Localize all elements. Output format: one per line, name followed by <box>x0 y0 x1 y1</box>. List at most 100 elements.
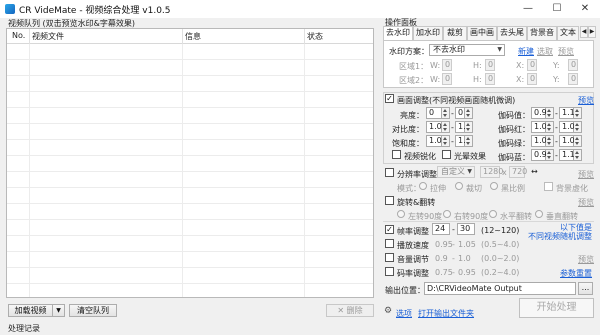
resolution-width-input[interactable]: 1280 <box>480 166 503 178</box>
col-file[interactable]: 视频文件 <box>32 31 64 42</box>
adjust-checkbox[interactable]: ✓ <box>385 94 394 103</box>
close-button[interactable]: ✕ <box>571 0 599 18</box>
tab-remove-watermark[interactable]: 去水印 <box>383 26 413 41</box>
speed-checkbox[interactable] <box>385 239 394 248</box>
area2-x-input[interactable]: 0 <box>527 73 537 85</box>
gamma-red-max-spinner[interactable] <box>574 121 582 133</box>
minimize-button[interactable]: — <box>514 0 542 18</box>
contrast-max-spinner[interactable] <box>465 121 473 133</box>
gamma-blue-min-spinner[interactable] <box>546 149 554 161</box>
gamma-blue-min-input[interactable]: 0.9 <box>531 149 547 161</box>
framerate-min-input[interactable]: 24 <box>432 223 450 235</box>
tab-pip[interactable]: 画中画 <box>467 26 497 40</box>
contrast-min-input[interactable]: 1.0 <box>426 121 442 133</box>
gamma-max-input[interactable]: 1.1 <box>559 107 575 119</box>
rotate-checkbox[interactable] <box>385 196 394 205</box>
brightness-min-input[interactable]: 0 <box>426 107 442 119</box>
brightness-min-spinner[interactable] <box>442 107 450 119</box>
gamma-blue-max-spinner[interactable] <box>574 149 582 161</box>
bitrate-checkbox[interactable] <box>385 267 394 276</box>
tab-trim[interactable]: 去头尾 <box>497 26 527 40</box>
light-checkbox[interactable] <box>442 150 451 159</box>
gamma-green-min-input[interactable]: 1.0 <box>531 135 547 147</box>
resolution-checkbox[interactable] <box>385 168 394 177</box>
volume-min[interactable]: 0.9 <box>435 254 448 263</box>
speed-max[interactable]: 1.05 <box>458 240 476 249</box>
sharpen-checkbox[interactable] <box>392 150 401 159</box>
framerate-max-input[interactable]: 30 <box>457 223 475 235</box>
load-video-button[interactable]: 加载视频 <box>8 304 53 317</box>
saturation-max-spinner[interactable] <box>465 135 473 147</box>
preview-scheme-link[interactable]: 预览 <box>558 46 574 57</box>
area1-y-input[interactable]: 0 <box>568 59 578 71</box>
gamma-red-min-input[interactable]: 1.0 <box>531 121 547 133</box>
adjust-preview-link[interactable]: 预览 <box>578 95 594 106</box>
resolution-preview-link[interactable]: 预览 <box>578 169 594 180</box>
reset-params-link[interactable]: 参数重置 <box>560 268 592 279</box>
video-queue-table[interactable]: No. 视频文件 信息 状态 <box>6 28 374 298</box>
tab-scroll-left-icon[interactable]: ◀ <box>580 26 588 38</box>
tab-scroll-right-icon[interactable]: ▶ <box>588 26 596 38</box>
left90-radio[interactable] <box>397 210 405 218</box>
gamma-green-max-spinner[interactable] <box>574 135 582 147</box>
pick-scheme-link[interactable]: 选取 <box>537 46 553 57</box>
tab-text[interactable]: 文本 <box>557 26 579 40</box>
col-status[interactable]: 状态 <box>307 31 323 42</box>
col-info[interactable]: 信息 <box>185 31 201 42</box>
gamma-red-max-input[interactable]: 1.0 <box>559 121 575 133</box>
new-scheme-link[interactable]: 新建 <box>518 46 534 57</box>
tab-bgm[interactable]: 背景音 <box>527 26 557 40</box>
speed-min[interactable]: 0.95 <box>435 240 453 249</box>
resolution-height-input[interactable]: 720 <box>509 166 527 178</box>
vflip-radio[interactable] <box>535 210 543 218</box>
area2-w-input[interactable]: 0 <box>442 73 452 85</box>
browse-button[interactable]: ... <box>578 282 593 295</box>
scheme-select[interactable]: 不去水印 ▼ <box>429 44 505 56</box>
gamma-green-min-spinner[interactable] <box>546 135 554 147</box>
gamma-green-max-input[interactable]: 1.0 <box>559 135 575 147</box>
brightness-max-spinner[interactable] <box>465 107 473 119</box>
gamma-red-min-spinner[interactable] <box>546 121 554 133</box>
contrast-min-spinner[interactable] <box>442 121 450 133</box>
clear-queue-button[interactable]: 清空队列 <box>69 304 117 317</box>
col-no[interactable]: No. <box>12 31 25 40</box>
tab-crop[interactable]: 裁剪 <box>443 26 467 40</box>
area1-x-input[interactable]: 0 <box>527 59 537 71</box>
bitrate-max[interactable]: 0.95 <box>458 268 476 277</box>
load-dropdown-button[interactable]: ▼ <box>52 304 65 317</box>
gear-icon[interactable]: ⚙ <box>384 306 392 316</box>
resolution-mode-select[interactable]: 自定义 ▼ <box>437 166 475 178</box>
black-ratio-radio[interactable] <box>490 182 498 190</box>
right90-radio[interactable] <box>443 210 451 218</box>
swap-icon[interactable]: ↔ <box>531 167 538 176</box>
framerate-checkbox[interactable]: ✓ <box>385 225 394 234</box>
delete-button[interactable]: ✕ 删除 <box>326 304 374 317</box>
gamma-min-input[interactable]: 0.9 <box>531 107 547 119</box>
rotate-preview-link[interactable]: 预览 <box>578 197 594 208</box>
area1-h-input[interactable]: 0 <box>485 59 495 71</box>
start-process-button[interactable]: 开始处理 <box>519 298 594 318</box>
gamma-min-spinner[interactable] <box>546 107 554 119</box>
hflip-radio[interactable] <box>489 210 497 218</box>
saturation-min-spinner[interactable] <box>442 135 450 147</box>
crop-radio[interactable] <box>455 182 463 190</box>
brightness-max-input[interactable]: 0 <box>455 107 465 119</box>
stretch-radio[interactable] <box>419 182 427 190</box>
open-output-folder-link[interactable]: 打开输出文件夹 <box>418 308 474 319</box>
maximize-button[interactable]: ☐ <box>543 0 571 18</box>
tab-add-watermark[interactable]: 加水印 <box>413 26 443 40</box>
gamma-max-spinner[interactable] <box>574 107 582 119</box>
area2-y-input[interactable]: 0 <box>568 73 578 85</box>
volume-max[interactable]: 1.0 <box>458 254 471 263</box>
options-link[interactable]: 选项 <box>396 308 412 319</box>
bitrate-min[interactable]: 0.75 <box>435 268 453 277</box>
gamma-blue-max-input[interactable]: 1.1 <box>559 149 575 161</box>
contrast-max-input[interactable]: 1.0 <box>455 121 471 133</box>
saturation-min-input[interactable]: 1.0 <box>426 135 442 147</box>
volume-preview-link[interactable]: 预览 <box>578 254 594 265</box>
output-path-input[interactable]: D:\CRVideoMate Output <box>424 282 576 295</box>
blur-bg-checkbox[interactable] <box>544 182 553 191</box>
volume-checkbox[interactable] <box>385 253 394 262</box>
area1-w-input[interactable]: 0 <box>442 59 452 71</box>
saturation-max-input[interactable]: 1.0 <box>455 135 471 147</box>
